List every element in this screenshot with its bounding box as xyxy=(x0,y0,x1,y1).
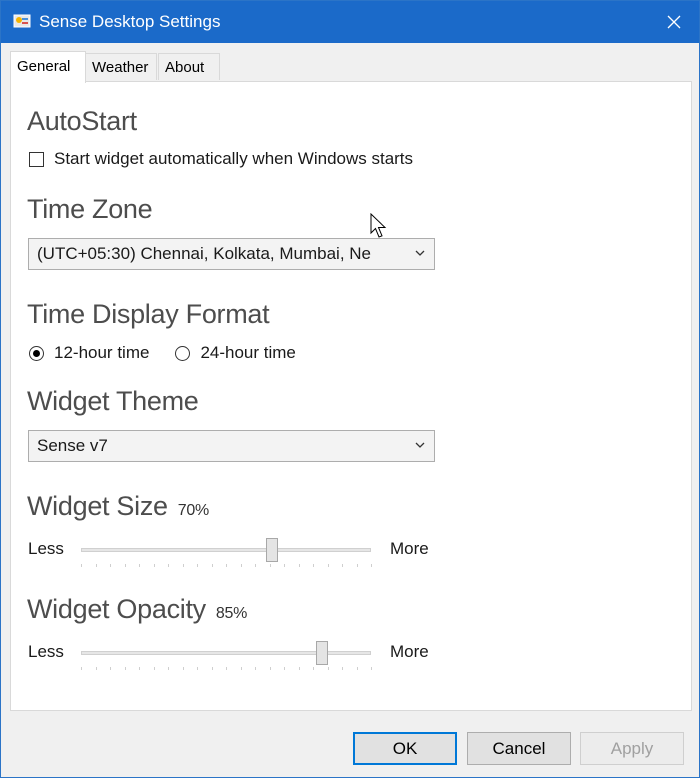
widget-size-title: Widget Size xyxy=(27,491,168,521)
opacity-slider-ticks xyxy=(81,667,372,670)
slider-tick xyxy=(168,667,169,670)
slider-tick xyxy=(197,564,198,567)
time-format-options: 12-hour time 24-hour time xyxy=(29,343,296,363)
slider-tick xyxy=(255,564,256,567)
settings-window: Sense Desktop Settings General Weather A… xyxy=(0,0,700,778)
slider-tick xyxy=(211,667,213,670)
mouse-pointer-icon xyxy=(370,213,387,238)
widget-size-percent: 70% xyxy=(177,502,209,519)
slider-tick xyxy=(313,564,314,567)
slider-tick xyxy=(269,564,271,567)
slider-tick xyxy=(255,667,256,670)
size-more-label: More xyxy=(390,539,429,558)
slider-tick xyxy=(110,667,111,670)
slider-tick xyxy=(298,667,300,670)
widget-theme-select[interactable]: Sense v7 xyxy=(28,430,435,462)
size-slider-ticks xyxy=(81,564,372,567)
general-panel: AutoStart Start widget automatically whe… xyxy=(10,81,692,711)
slider-tick xyxy=(240,564,242,567)
slider-tick xyxy=(342,667,343,670)
slider-tick xyxy=(110,564,111,567)
slider-tick xyxy=(298,564,300,567)
slider-tick xyxy=(226,564,227,567)
slider-tick xyxy=(81,564,82,567)
time-zone-value: (UTC+05:30) Chennai, Kolkata, Mumbai, Ne xyxy=(37,244,372,263)
slider-tick xyxy=(269,667,271,670)
slider-tick xyxy=(284,564,285,567)
slider-tick xyxy=(81,667,82,670)
widget-size-heading: Widget Size 70% xyxy=(27,491,209,522)
apply-button[interactable]: Apply xyxy=(580,732,684,765)
autostart-heading: AutoStart xyxy=(27,106,137,136)
slider-tick xyxy=(139,564,140,567)
widget-theme-heading: Widget Theme xyxy=(27,386,199,416)
autostart-option[interactable]: Start widget automatically when Windows … xyxy=(29,149,413,169)
slider-tick xyxy=(197,667,198,670)
slider-tick xyxy=(95,564,97,567)
slider-tick xyxy=(124,564,126,567)
widget-opacity-percent: 85% xyxy=(215,605,247,622)
title-bar[interactable]: Sense Desktop Settings xyxy=(1,1,699,43)
slider-tick xyxy=(139,667,140,670)
slider-tick xyxy=(342,564,343,567)
slider-tick xyxy=(356,667,358,670)
slider-tick xyxy=(182,564,184,567)
opacity-less-label: Less xyxy=(28,642,64,661)
slider-tick xyxy=(327,564,329,567)
time-zone-heading: Time Zone xyxy=(27,194,153,224)
radio-24-hour-label: 24-hour time xyxy=(200,343,296,362)
size-less-label: Less xyxy=(28,539,64,558)
slider-tick xyxy=(356,564,358,567)
chevron-down-icon xyxy=(415,442,425,448)
sense-app-icon xyxy=(13,14,31,28)
tab-general[interactable]: General xyxy=(10,51,86,83)
radio-12-hour[interactable] xyxy=(29,345,44,361)
widget-size-slider: Less More xyxy=(28,534,448,574)
slider-tick xyxy=(168,564,169,567)
time-format-heading: Time Display Format xyxy=(27,299,270,329)
slider-tick xyxy=(371,564,372,567)
size-slider-track[interactable] xyxy=(81,548,371,552)
slider-tick xyxy=(327,667,329,670)
tab-weather[interactable]: Weather xyxy=(85,53,157,80)
slider-tick xyxy=(240,667,242,670)
autostart-label: Start widget automatically when Windows … xyxy=(54,149,414,168)
ok-button[interactable]: OK xyxy=(353,732,457,765)
slider-tick xyxy=(284,667,285,670)
slider-tick xyxy=(211,564,213,567)
radio-24-hour[interactable] xyxy=(175,345,191,361)
close-button[interactable] xyxy=(659,7,689,37)
opacity-slider-thumb[interactable] xyxy=(315,641,328,665)
slider-tick xyxy=(95,667,97,670)
cancel-button[interactable]: Cancel xyxy=(467,732,571,765)
close-icon xyxy=(667,15,681,29)
window-title: Sense Desktop Settings xyxy=(39,12,221,31)
widget-opacity-heading: Widget Opacity 85% xyxy=(27,594,247,625)
slider-tick xyxy=(313,667,314,670)
tab-about[interactable]: About xyxy=(158,53,220,80)
slider-tick xyxy=(226,667,227,670)
time-zone-select[interactable]: (UTC+05:30) Chennai, Kolkata, Mumbai, Ne xyxy=(28,238,435,270)
widget-theme-value: Sense v7 xyxy=(37,436,108,455)
slider-tick xyxy=(124,667,126,670)
slider-tick xyxy=(153,564,155,567)
slider-tick xyxy=(153,667,155,670)
size-slider-thumb[interactable] xyxy=(266,538,279,562)
widget-opacity-title: Widget Opacity xyxy=(27,594,206,624)
chevron-down-icon xyxy=(415,250,425,256)
widget-opacity-slider: Less More xyxy=(28,637,448,677)
slider-tick xyxy=(371,667,372,670)
autostart-checkbox[interactable] xyxy=(29,151,44,167)
opacity-more-label: More xyxy=(390,642,429,661)
radio-12-hour-label: 12-hour time xyxy=(54,343,150,362)
slider-tick xyxy=(182,667,184,670)
